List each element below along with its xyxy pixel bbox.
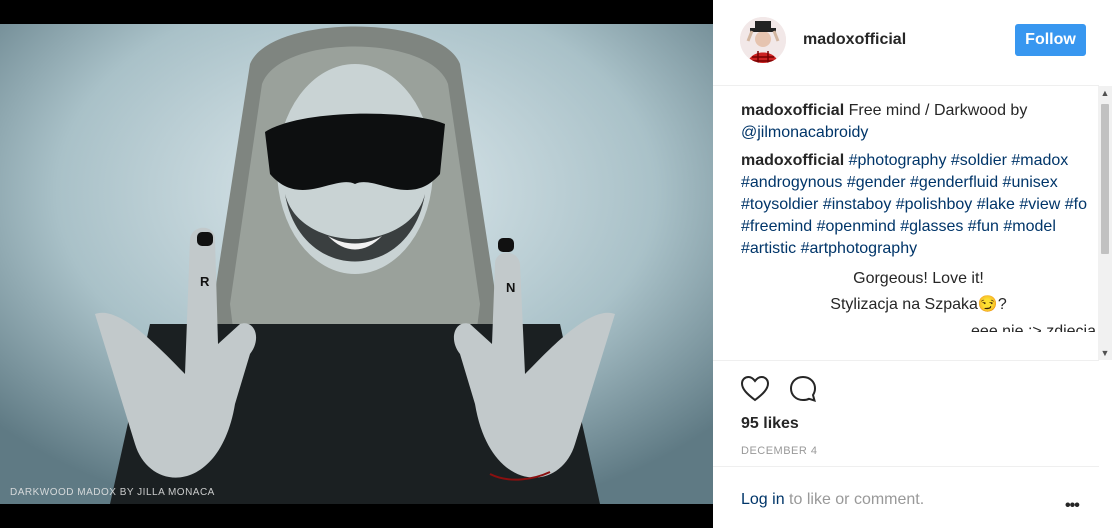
avatar[interactable]	[740, 17, 786, 63]
comment-bubble-icon[interactable]	[787, 373, 819, 405]
photo-illustration: R N	[0, 24, 713, 504]
follow-button[interactable]: Follow	[1015, 24, 1086, 56]
post-actions: 95 likes DECEMBER 4	[713, 360, 1099, 470]
reply-comment: Gorgeous! Love it!	[853, 270, 984, 287]
scroll-up-arrow-icon[interactable]: ▲	[1098, 86, 1112, 100]
hashtag-comment: madoxofficial #photography #soldier #mad…	[741, 150, 1096, 260]
caption-comment: madoxofficial Free mind / Darkwood by @j…	[741, 100, 1096, 144]
comment-text: Free mind / Darkwood by	[844, 102, 1028, 119]
post-footer: Log in to like or comment. •••	[713, 466, 1099, 528]
finger-letter-n: N	[506, 280, 515, 295]
reply-comment-clipped: eee nie :> zdjecia	[741, 318, 1096, 332]
avatar-image	[740, 17, 786, 63]
login-prompt: Log in to like or comment.	[741, 491, 924, 509]
scroll-down-arrow-icon[interactable]: ▼	[1098, 346, 1112, 360]
mention-link[interactable]: @jilmonacabroidy	[741, 124, 868, 141]
likes-count[interactable]: 95 likes	[741, 415, 799, 433]
comments-list: madoxofficial Free mind / Darkwood by @j…	[741, 100, 1096, 358]
post-side-panel: madoxofficial Follow madoxofficial Free …	[713, 0, 1112, 528]
photo-watermark: DARKWOOD MADOX BY JILLA MONACA	[10, 487, 215, 498]
comment-username[interactable]: madoxofficial	[741, 102, 844, 119]
instagram-post-window: R N DARKWOOD MADOX BY JILLA MONACA madox…	[0, 0, 1112, 528]
scrollbar-thumb[interactable]	[1101, 104, 1109, 254]
heart-icon[interactable]	[739, 373, 771, 405]
login-prompt-text: to like or comment.	[784, 491, 925, 508]
post-header: madoxofficial Follow	[713, 0, 1099, 86]
login-link[interactable]: Log in	[741, 491, 785, 508]
comments-scrollbar[interactable]: ▲ ▼	[1098, 86, 1112, 360]
comment-username[interactable]: madoxofficial	[741, 152, 844, 169]
more-options-icon[interactable]: •••	[1065, 497, 1080, 515]
reply-comment: Stylizacja na Szpaka😏?	[830, 296, 1007, 313]
post-photo[interactable]: R N DARKWOOD MADOX BY JILLA MONACA	[0, 24, 713, 504]
reply-comment-clipped-text: eee nie :> zdjecia	[971, 323, 1096, 332]
post-date: DECEMBER 4	[741, 445, 818, 457]
post-username[interactable]: madoxofficial	[803, 31, 906, 49]
finger-letter-r: R	[200, 274, 210, 289]
